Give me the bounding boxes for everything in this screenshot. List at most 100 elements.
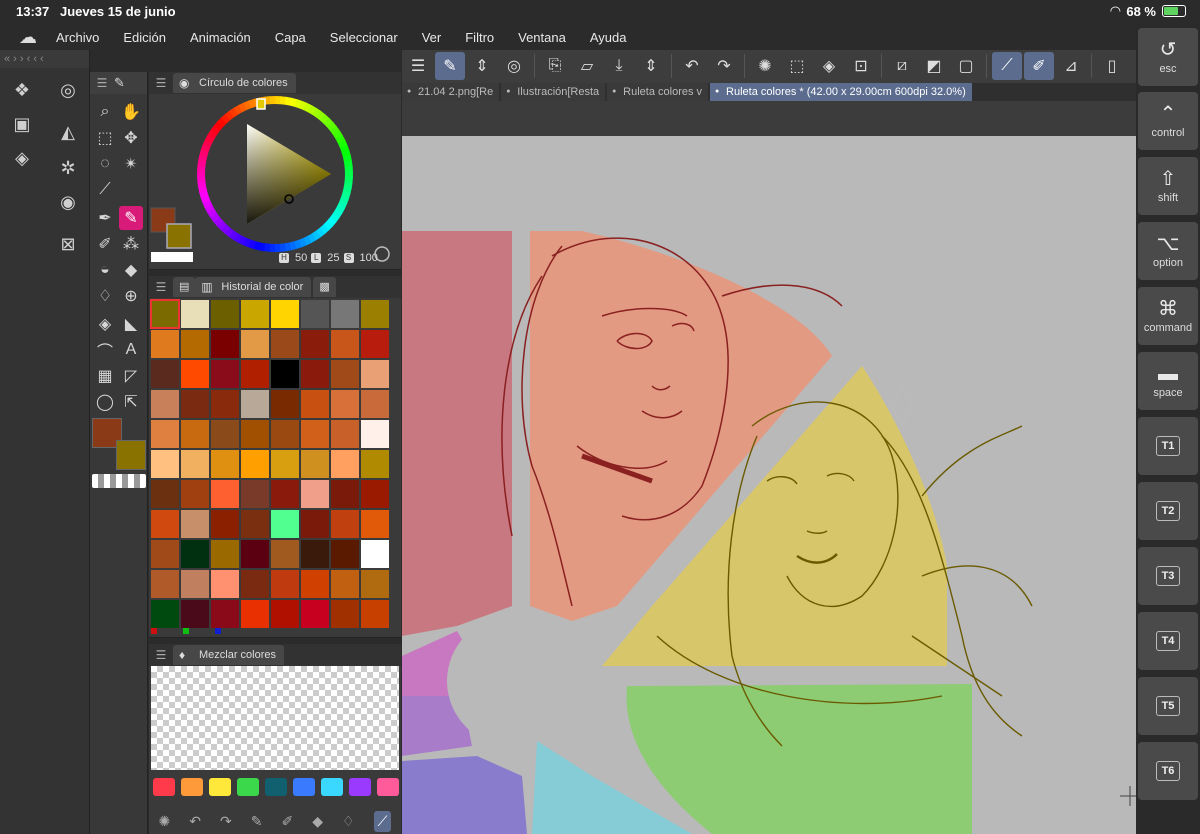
menu-icon[interactable]: ☰ <box>149 280 173 294</box>
stroke-icon[interactable]: ⟋ <box>992 52 1022 80</box>
color-swatch[interactable] <box>151 330 179 358</box>
mix-color-swatch[interactable] <box>237 778 259 796</box>
color-swatch[interactable] <box>331 360 359 388</box>
menu-ayuda[interactable]: Ayuda <box>590 30 627 45</box>
drop-tool-icon[interactable]: ♢ <box>93 284 117 308</box>
brush-icon[interactable]: ✎ <box>114 75 125 91</box>
menu-seleccionar[interactable]: Seleccionar <box>330 30 398 45</box>
open-folder-icon[interactable]: ▱ <box>572 52 602 80</box>
color-swatch[interactable] <box>211 390 239 418</box>
color-swatch[interactable] <box>301 570 329 598</box>
color-swatch[interactable] <box>361 480 389 508</box>
mix-color-swatch[interactable] <box>293 778 315 796</box>
color-swatch[interactable] <box>151 540 179 568</box>
menu-ventana[interactable]: Ventana <box>518 30 566 45</box>
chevron-updown-icon[interactable]: ⇕ <box>636 52 666 80</box>
color-swatch[interactable] <box>241 480 269 508</box>
color-swatch[interactable] <box>331 330 359 358</box>
color-swatch[interactable] <box>241 390 269 418</box>
color-swatch[interactable] <box>181 480 209 508</box>
airbrush-icon[interactable]: ✐ <box>93 232 117 256</box>
doc-tab[interactable]: 21.04 2.png[Re <box>402 83 500 101</box>
smartphone-icon[interactable]: ▯ <box>1097 52 1127 80</box>
color-swatch[interactable] <box>301 330 329 358</box>
mix-color-swatch[interactable] <box>153 778 175 796</box>
pen-tool-icon[interactable]: ✒ <box>93 206 117 230</box>
object-tool-icon[interactable]: ⬚ <box>93 126 117 150</box>
color-swatch[interactable] <box>301 360 329 388</box>
transparent-color-swatch[interactable] <box>92 474 146 488</box>
color-swatch[interactable] <box>361 330 389 358</box>
menu-capa[interactable]: Capa <box>275 30 306 45</box>
gradient-tool-icon[interactable]: ◣ <box>119 312 143 336</box>
dock-collapse-strip[interactable]: « › › ‹ ‹ ‹ <box>0 50 89 68</box>
color-swatch[interactable] <box>181 600 209 628</box>
globe-tool-icon[interactable]: ⊕ <box>119 284 143 308</box>
color-swatch[interactable] <box>331 480 359 508</box>
color-swatch[interactable] <box>241 450 269 478</box>
color-swatch[interactable] <box>241 330 269 358</box>
color-swatch[interactable] <box>331 540 359 568</box>
frame-tool-icon[interactable]: ▦ <box>93 364 117 388</box>
fill-tool-icon[interactable]: ◈ <box>93 312 117 336</box>
color-swatch[interactable] <box>150 299 180 329</box>
color-swatch[interactable] <box>331 510 359 538</box>
menu-icon[interactable]: ☰ <box>90 76 114 90</box>
color-swatch[interactable] <box>181 450 209 478</box>
fill-icon[interactable]: ◈ <box>814 52 844 80</box>
layers-icon[interactable]: ◈ <box>10 148 34 169</box>
hue-segment[interactable] <box>344 171 353 178</box>
color-swatch[interactable] <box>181 420 209 448</box>
lasso-tool-icon[interactable]: ◌ <box>93 152 117 176</box>
color-swatch[interactable] <box>271 450 299 478</box>
menu-archivo[interactable]: Archivo <box>56 30 99 45</box>
mix-color-swatch[interactable] <box>209 778 231 796</box>
wheel-transparent-swatch[interactable] <box>151 252 193 262</box>
color-swatch[interactable] <box>301 480 329 508</box>
color-swatch[interactable] <box>361 390 389 418</box>
brush-settings-icon[interactable]: ✲ <box>56 158 80 179</box>
invert-selection-icon[interactable]: ◩ <box>919 52 949 80</box>
esc-key[interactable]: ↺ esc <box>1138 28 1198 86</box>
color-swatch[interactable] <box>361 300 389 328</box>
color-swatch[interactable] <box>151 480 179 508</box>
color-wheel[interactable] <box>149 94 401 270</box>
color-swatch[interactable] <box>271 360 299 388</box>
mix-canvas[interactable] <box>151 666 399 770</box>
tab-color-wheel[interactable]: ◉ Círculo de colores <box>173 73 296 93</box>
mix-smudge-icon[interactable]: ✐ <box>282 813 294 830</box>
control-key[interactable]: ⌃ control <box>1138 92 1198 150</box>
spray-icon[interactable]: ⁂ <box>119 232 143 256</box>
hue-segment[interactable] <box>269 96 276 105</box>
color-swatch[interactable] <box>241 360 269 388</box>
balloon-tool-icon[interactable]: ◯ <box>93 390 117 414</box>
tab-color-mix[interactable]: ♦ Mezclar colores <box>173 645 285 665</box>
mix-color-swatch[interactable] <box>321 778 343 796</box>
color-swatch[interactable] <box>181 390 209 418</box>
color-swatch[interactable] <box>151 390 179 418</box>
color-swatch[interactable] <box>361 420 389 448</box>
color-swatch[interactable] <box>271 420 299 448</box>
color-swatch[interactable] <box>181 510 209 538</box>
mix-brush-icon[interactable]: ✎ <box>251 813 263 830</box>
menu-animacion[interactable]: Animación <box>190 30 251 45</box>
color-swatch[interactable] <box>271 600 299 628</box>
tab-color-set[interactable]: ▤ <box>173 277 196 297</box>
redo-icon[interactable]: ↷ <box>709 52 739 80</box>
mix-color-swatch[interactable] <box>181 778 203 796</box>
mix-color-swatch[interactable] <box>377 778 399 796</box>
chevron-updown-icon[interactable]: ⇕ <box>467 52 497 80</box>
new-file-icon[interactable]: ⎘ <box>540 52 570 80</box>
clear-icon[interactable]: ✺ <box>159 813 171 830</box>
t3-key[interactable]: T3 <box>1138 547 1198 605</box>
redo-icon[interactable]: ↷ <box>220 813 232 830</box>
doc-tab[interactable]: Ruleta colores v <box>607 83 709 101</box>
text-tool-icon[interactable]: A <box>119 338 143 362</box>
color-swatch[interactable] <box>331 300 359 328</box>
wheel-sub-color[interactable] <box>166 223 192 249</box>
blend-tool-icon[interactable]: ◒ <box>93 258 117 282</box>
color-swatch[interactable] <box>331 570 359 598</box>
transform-icon[interactable]: ⊡ <box>846 52 876 80</box>
color-swatch[interactable] <box>151 450 179 478</box>
color-swatch[interactable] <box>241 600 269 628</box>
